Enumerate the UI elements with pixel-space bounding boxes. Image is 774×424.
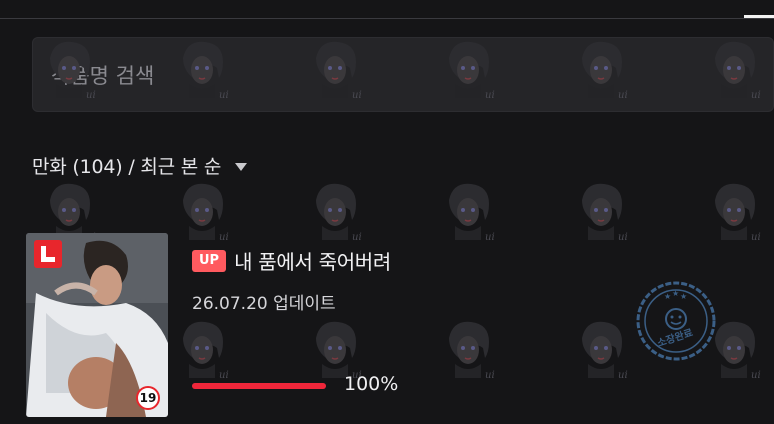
read-progress-fill	[192, 383, 326, 389]
read-progress-text: 100%	[344, 373, 399, 395]
sort-dropdown[interactable]: 만화 (104) / 최근 본 순	[32, 150, 248, 180]
svg-text:★: ★	[680, 292, 687, 301]
up-badge: UP	[192, 249, 227, 272]
search-box[interactable]	[32, 37, 774, 112]
update-date: 26.07.20 업데이트	[192, 294, 336, 314]
chevron-down-icon	[235, 163, 248, 171]
age-19-icon: 19	[136, 386, 160, 410]
title-row: UP 내 품에서 죽어버려	[192, 246, 391, 275]
platform-logo-icon	[34, 240, 62, 268]
active-tab-indicator	[744, 15, 774, 18]
svg-text:★: ★	[672, 289, 679, 298]
comic-title[interactable]: 내 품에서 죽어버려	[234, 246, 391, 275]
top-divider	[0, 18, 774, 19]
list-item[interactable]: 19 UP 내 품에서 죽어버려 26.07.20 업데이트 100% ★ ★ …	[26, 233, 766, 418]
read-progress-bar	[192, 383, 326, 389]
owned-stamp-icon: ★ ★ ★ 소장완료	[636, 281, 716, 361]
search-input[interactable]	[51, 58, 651, 94]
comic-thumbnail[interactable]: 19	[26, 233, 168, 417]
app-page: uiuiuiuiuiuiuiuiuiuiuiuiuiuiuiuiuiui 만화 …	[0, 0, 774, 424]
svg-text:★: ★	[664, 292, 671, 301]
sort-label: 만화 (104) / 최근 본 순	[32, 155, 222, 178]
